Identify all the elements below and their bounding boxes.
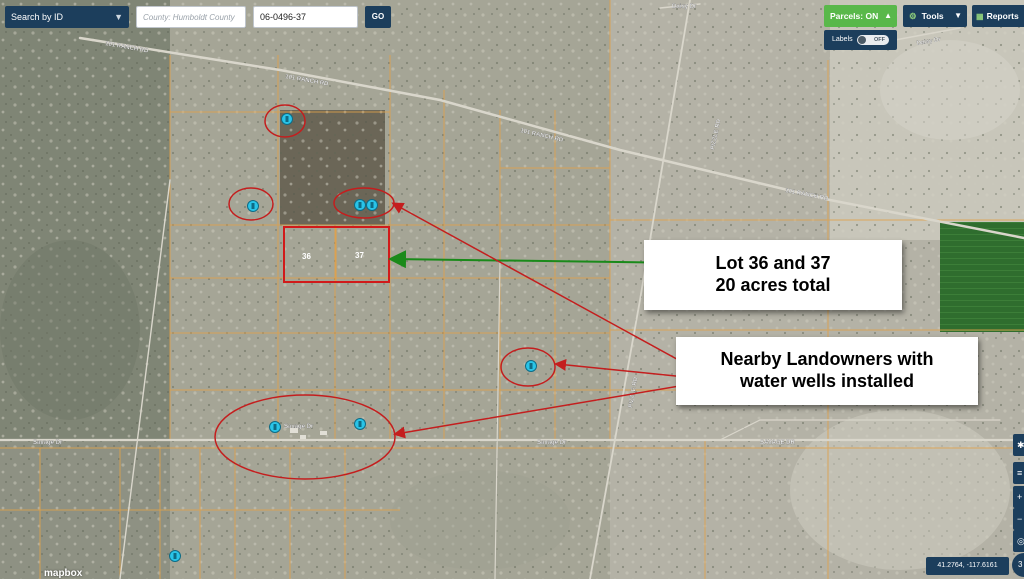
- reports-label: Reports: [986, 11, 1019, 21]
- zoom-out-icon[interactable]: −: [1013, 508, 1024, 530]
- gear-icon: ⚙: [909, 11, 917, 21]
- road-label: Savage Dr: [537, 440, 567, 446]
- search-mode-label: Search by ID: [11, 12, 64, 22]
- wells-annotation-line1: Nearby Landowners with: [720, 349, 934, 369]
- layers-icon[interactable]: ≡: [1013, 462, 1024, 484]
- labels-toggle-panel: Labels OFF: [824, 30, 897, 50]
- tools-label: Tools: [921, 11, 944, 21]
- parcel-id-input[interactable]: [253, 6, 358, 28]
- chevron-down-icon: ▼: [114, 12, 123, 22]
- parcels-toggle[interactable]: Parcels: ON ▲: [824, 5, 897, 27]
- coordinate-readout: 41.2764, -117.6161: [926, 557, 1009, 575]
- road-label: Savage Dr: [284, 424, 314, 430]
- grid-icon: ▦: [976, 12, 984, 21]
- compass-icon[interactable]: ✱: [1013, 434, 1024, 456]
- wells-annotation-line2: water wells installed: [739, 371, 915, 391]
- wells-annotation: Nearby Landowners with water wells insta…: [676, 337, 978, 405]
- locate-icon[interactable]: ◎: [1013, 530, 1024, 552]
- road-label: Savage Dr: [33, 440, 63, 446]
- road-label: SAVAGE DR: [760, 440, 795, 446]
- reports-button[interactable]: ▦ Reports: [972, 5, 1024, 27]
- zoom-in-icon[interactable]: +: [1013, 486, 1024, 508]
- county-input[interactable]: [136, 6, 246, 28]
- search-mode-select[interactable]: Search by ID ▼: [5, 6, 129, 28]
- mapbox-attribution[interactable]: mapbox: [44, 568, 82, 579]
- chevron-up-icon: ▲: [884, 11, 892, 20]
- parcels-state: ON: [865, 11, 879, 21]
- lot-label: 36: [302, 252, 311, 261]
- lot-annotation-line2: 20 acres total: [715, 275, 831, 295]
- labels-switch[interactable]: OFF: [857, 35, 889, 45]
- lot-annotation: Lot 36 and 37 20 acres total: [644, 240, 902, 310]
- labels-label: Labels: [832, 36, 853, 43]
- switch-knob: [858, 36, 866, 44]
- labels-state: OFF: [874, 37, 885, 43]
- road-label: Daisy Dr: [672, 4, 697, 10]
- parcels-label: Parcels:: [830, 11, 864, 21]
- lot-annotation-line1: Lot 36 and 37: [715, 253, 831, 273]
- go-button[interactable]: GO: [365, 6, 391, 28]
- lot-label: 37: [355, 251, 364, 260]
- tools-button[interactable]: ⚙ Tools ▼: [903, 5, 967, 27]
- chevron-down-icon: ▼: [954, 11, 962, 20]
